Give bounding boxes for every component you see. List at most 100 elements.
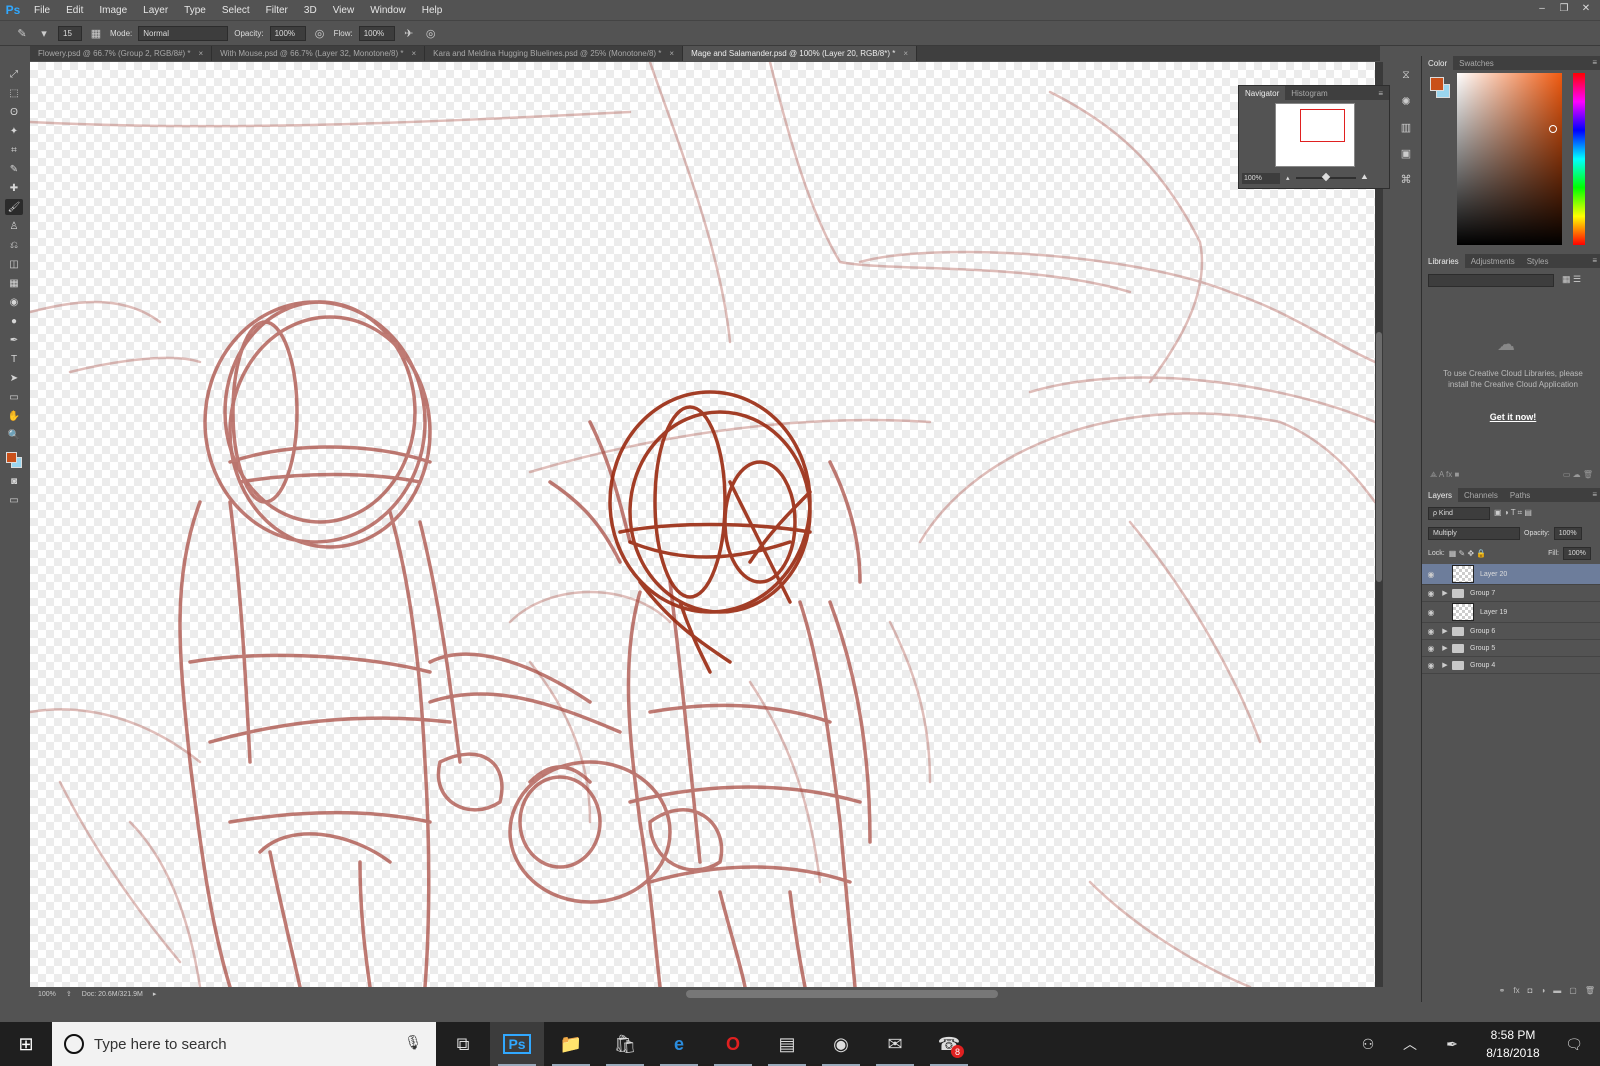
mask-icon[interactable]: ◘: [1528, 986, 1533, 1000]
visibility-eye-icon[interactable]: ◉: [1422, 589, 1440, 598]
status-menu-arrow-icon[interactable]: ▸: [153, 990, 157, 998]
discord-icon[interactable]: ☎ 8: [922, 1022, 976, 1066]
brush-size-field[interactable]: 15: [58, 25, 82, 41]
document-tab[interactable]: Kara and Meldina Hugging Bluelines.psd @…: [425, 46, 684, 61]
navigator-view-box[interactable]: [1300, 109, 1345, 142]
pen-icon[interactable]: ✒: [1434, 1036, 1470, 1053]
expand-arrow-icon[interactable]: ▶: [1440, 661, 1450, 669]
vertical-scrollbar[interactable]: [1375, 62, 1383, 987]
menu-help[interactable]: Help: [414, 5, 451, 16]
get-it-now-link[interactable]: Get it now!: [1438, 412, 1588, 422]
filter-icons[interactable]: ▣ ◑ T ⌗ ▤: [1494, 508, 1532, 518]
tool-icon[interactable]: T: [5, 351, 23, 367]
zoom-in-icon[interactable]: ⛰: [1362, 174, 1368, 182]
tab-layers[interactable]: Layers: [1422, 488, 1459, 502]
status-share-icon[interactable]: ⇪: [66, 990, 72, 998]
info-icon[interactable]: ▣: [1397, 144, 1415, 162]
history-icon[interactable]: ⧖: [1397, 66, 1415, 84]
restore-button[interactable]: ❐: [1554, 0, 1574, 16]
new-group-icon[interactable]: ▬: [1553, 986, 1561, 1000]
brush-settings-icon[interactable]: ⌘: [1397, 170, 1415, 188]
file-explorer-icon[interactable]: 📁: [544, 1022, 598, 1066]
layer-row[interactable]: ◉ ▶ Group 5: [1422, 640, 1600, 657]
tool-icon[interactable]: 🖌: [5, 199, 23, 215]
tool-icon[interactable]: ✚: [5, 180, 23, 196]
chrome-icon[interactable]: ◉: [814, 1022, 868, 1066]
close-button[interactable]: ✕: [1576, 0, 1596, 16]
people-icon[interactable]: ⚇: [1350, 1036, 1386, 1053]
library-select[interactable]: [1428, 274, 1554, 287]
flow-field[interactable]: 100%: [358, 25, 395, 41]
tab-styles[interactable]: Styles: [1521, 254, 1555, 268]
canvas[interactable]: [30, 62, 1375, 987]
tool-icon[interactable]: ✋: [5, 408, 23, 424]
cortana-icon[interactable]: [64, 1034, 84, 1054]
document-tab[interactable]: Mage and Salamander.psd @ 100% (Layer 20…: [683, 46, 917, 61]
grid-view-icon[interactable]: ▦ ☰: [1562, 274, 1581, 285]
navigator-zoom-slider[interactable]: [1295, 172, 1356, 182]
navigator-icon[interactable]: ✺: [1397, 92, 1415, 110]
brush-preset-icon[interactable]: ✎: [14, 25, 30, 41]
tool-icon[interactable]: ▦: [5, 275, 23, 291]
color-picker-circle[interactable]: [1549, 125, 1557, 133]
edge-icon[interactable]: e: [652, 1022, 706, 1066]
tab-adjustments[interactable]: Adjustments: [1465, 254, 1521, 268]
tab-histogram[interactable]: Histogram: [1285, 86, 1333, 100]
menu-edit[interactable]: Edit: [58, 5, 91, 16]
color-field[interactable]: [1457, 73, 1562, 245]
toolbox-color-swatches[interactable]: [4, 450, 24, 470]
photoshop-logo[interactable]: Ps: [0, 0, 26, 20]
fx-icon[interactable]: fx: [1513, 986, 1519, 1000]
tool-icon[interactable]: ✦: [5, 123, 23, 139]
tool-icon[interactable]: ♙: [5, 218, 23, 234]
panel-menu-icon[interactable]: ≡: [1592, 490, 1597, 499]
fill-field[interactable]: 100%: [1563, 546, 1591, 560]
navigator-thumbnail[interactable]: [1275, 103, 1355, 167]
clock[interactable]: 8:58 PM 8/18/2018: [1476, 1026, 1550, 1062]
zoom-slider-knob[interactable]: [1321, 172, 1330, 182]
panel-menu-icon[interactable]: ≡: [1592, 256, 1597, 265]
visibility-eye-icon[interactable]: ◉: [1422, 608, 1440, 617]
visibility-eye-icon[interactable]: ◉: [1422, 644, 1440, 653]
close-tab-icon[interactable]: ×: [903, 49, 908, 58]
document-tab[interactable]: Flowery.psd @ 66.7% (Group 2, RGB/8#) * ×: [30, 46, 213, 61]
visibility-eye-icon[interactable]: ◉: [1422, 661, 1440, 670]
quick-mask-icon[interactable]: ◙: [5, 473, 23, 489]
scanner-icon[interactable]: ▤: [760, 1022, 814, 1066]
zoom-out-icon[interactable]: ▴: [1286, 174, 1290, 182]
color-panel-swatches[interactable]: [1430, 77, 1452, 99]
tool-icon[interactable]: ◉: [5, 294, 23, 310]
layer-row[interactable]: ◉ ▶ Group 7: [1422, 585, 1600, 602]
layer-row[interactable]: ◉ ▶ Group 6: [1422, 623, 1600, 640]
pressure-size-icon[interactable]: ◎: [423, 25, 439, 41]
menu-image[interactable]: Image: [91, 5, 135, 16]
horizontal-scroll-thumb[interactable]: [686, 990, 998, 998]
task-view-icon[interactable]: ⧉: [436, 1022, 490, 1066]
histogram-icon[interactable]: ▥: [1397, 118, 1415, 136]
panel-menu-icon[interactable]: ≡: [1378, 89, 1389, 98]
layer-row[interactable]: ◉ Layer 19: [1422, 602, 1600, 623]
tab-color[interactable]: Color: [1422, 56, 1454, 70]
lock-icons[interactable]: ▦ ✎ ✥ 🔒: [1449, 549, 1487, 558]
tool-icon[interactable]: ⌗: [5, 142, 23, 158]
tool-icon[interactable]: ʘ: [5, 104, 23, 120]
tool-icon[interactable]: ●: [5, 313, 23, 329]
screen-mode-icon[interactable]: ▭: [5, 492, 23, 508]
expand-arrow-icon[interactable]: ▶: [1440, 644, 1450, 652]
expand-arrow-icon[interactable]: ▶: [1440, 627, 1450, 635]
blend-mode-select[interactable]: Multiply: [1428, 526, 1520, 540]
minimize-button[interactable]: –: [1532, 0, 1552, 16]
tool-icon[interactable]: ▭: [5, 389, 23, 405]
tool-icon[interactable]: ⬚: [5, 85, 23, 101]
add-graphic-icon[interactable]: ⟁ A fx ■: [1430, 470, 1459, 484]
layer-row[interactable]: ◉ Layer 20: [1422, 564, 1600, 585]
foreground-color-swatch[interactable]: [6, 452, 17, 463]
outlook-icon[interactable]: ✉: [868, 1022, 922, 1066]
airbrush-icon[interactable]: ✈: [401, 25, 417, 41]
tab-swatches[interactable]: Swatches: [1453, 56, 1500, 70]
menu-filter[interactable]: Filter: [258, 5, 296, 16]
tool-icon[interactable]: 🔍: [5, 427, 23, 443]
menu-file[interactable]: File: [26, 5, 58, 16]
windows-start-icon[interactable]: ⊞: [0, 1022, 52, 1066]
foreground-color-swatch[interactable]: [1430, 77, 1444, 91]
